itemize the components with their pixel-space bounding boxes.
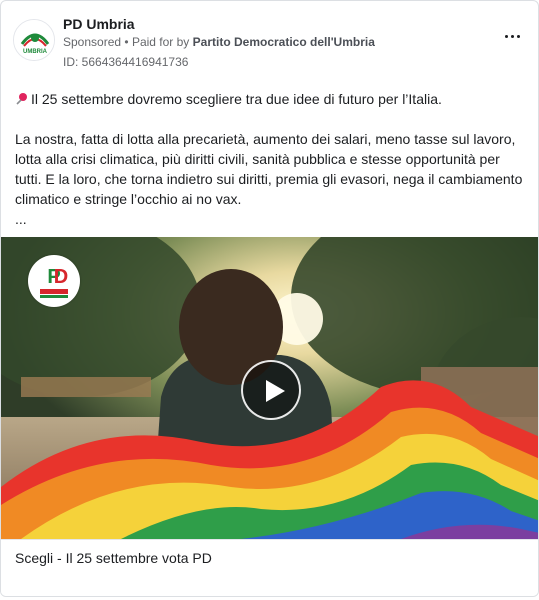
body-paragraph-2: La nostra, fatta di lotta alla precariet… (15, 131, 523, 207)
paid-for-by-name[interactable]: Partito Democratico dell'Umbria (193, 35, 375, 49)
separator-dot: • (124, 35, 129, 49)
ad-header: UMBRIA PD Umbria Sponsored • Paid for by… (13, 15, 526, 75)
pd-logo-icon: UMBRIA (14, 20, 54, 60)
play-video-button[interactable] (241, 360, 301, 420)
svg-text:D: D (54, 266, 68, 288)
video-pd-logo: P D (28, 255, 80, 307)
ad-footer[interactable]: Scegli - Il 25 settembre vota PD (1, 539, 538, 596)
see-more-ellipsis[interactable]: ... (15, 209, 527, 229)
pushpin-icon (16, 93, 27, 105)
paid-for-prefix: Paid for by (131, 35, 190, 49)
more-dots-icon (504, 34, 508, 38)
ad-id: ID: 5664364416941736 (63, 55, 189, 69)
sponsored-label: Sponsored (63, 35, 122, 49)
sponsored-line: Sponsored • Paid for by Partito Democrat… (63, 35, 375, 49)
ad-body-text: Il 25 settembre dovremo scegliere tra du… (15, 89, 527, 229)
body-line-1: Il 25 settembre dovremo scegliere tra du… (15, 89, 527, 109)
pd-logo-icon: P D (29, 256, 79, 306)
advertiser-avatar[interactable]: UMBRIA (13, 19, 55, 61)
page-name[interactable]: PD Umbria (63, 16, 135, 32)
ad-card: UMBRIA PD Umbria Sponsored • Paid for by… (0, 0, 539, 597)
svg-text:UMBRIA: UMBRIA (23, 49, 48, 55)
more-options-button[interactable] (500, 29, 524, 43)
play-icon (266, 380, 285, 402)
ad-headline[interactable]: Scegli - Il 25 settembre vota PD (15, 550, 212, 566)
